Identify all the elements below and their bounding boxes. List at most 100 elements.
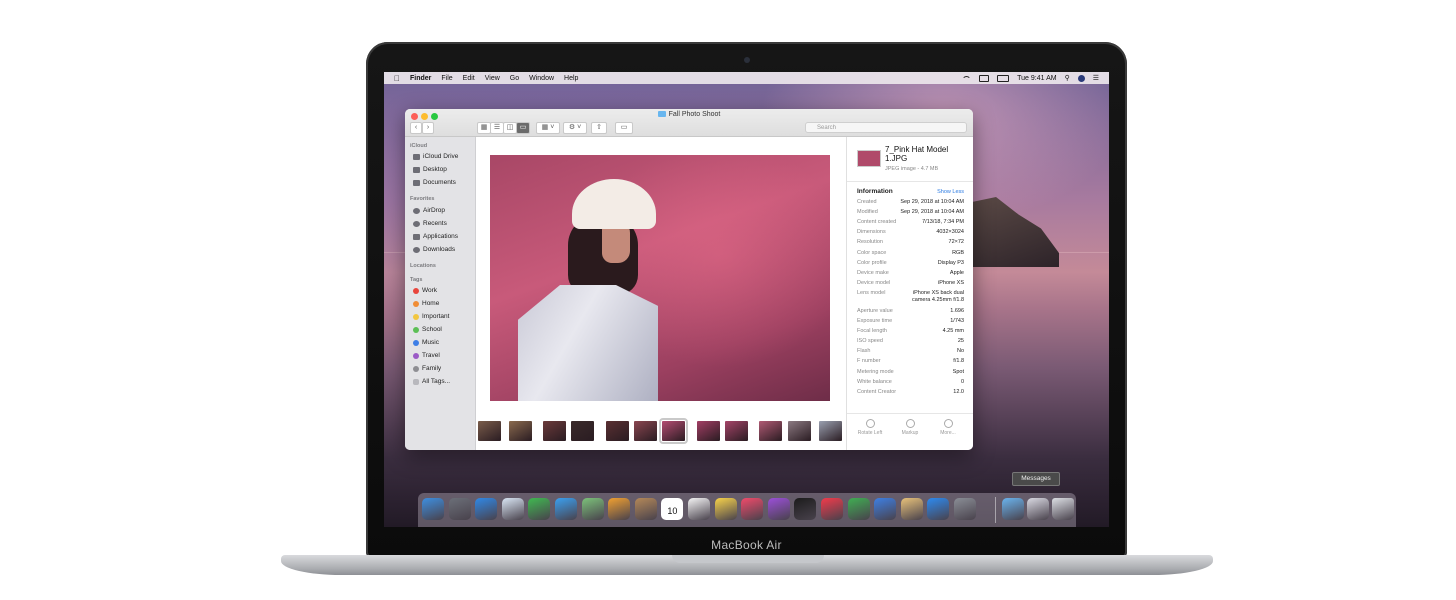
metadata-value: 12.0 (953, 388, 964, 395)
sidebar-item-downloads[interactable]: Downloads (413, 246, 455, 253)
thumbnail[interactable] (759, 421, 782, 441)
facetime-app-icon[interactable] (528, 498, 551, 520)
news-app-icon[interactable] (821, 498, 843, 520)
sidebar-tag-music[interactable]: Music (413, 339, 439, 346)
sidebar-tag-family[interactable]: Family (413, 365, 441, 372)
metadata-row: Metering mode Spot (857, 369, 964, 375)
photo-subject-shirt (518, 285, 658, 401)
markup-button[interactable]: Markup (895, 419, 925, 436)
metadata-value: 4.25 mm (942, 328, 964, 335)
preview-app-icon[interactable] (900, 498, 923, 520)
podcasts-app-icon[interactable] (767, 498, 790, 520)
rotate-left-button[interactable]: Rotate Left (855, 419, 885, 436)
sidebar-tag-home[interactable]: Home (413, 300, 439, 307)
keynote-app-icon[interactable] (874, 498, 897, 520)
notification-center-icon[interactable]: ☰ (1093, 74, 1099, 82)
notes-app-icon[interactable] (714, 498, 737, 520)
metadata-value: iPhone XS (938, 279, 964, 286)
numbers-app-icon[interactable] (847, 498, 870, 520)
apple-menu-icon[interactable]:  (394, 74, 400, 83)
spotlight-icon[interactable]: ⚲ (1065, 74, 1070, 82)
menu-app-name[interactable]: Finder (410, 75, 431, 82)
calendar-app-icon[interactable]: 10 (661, 498, 684, 520)
action-gear-button[interactable]: ⚙ ˅ (563, 122, 587, 134)
safari-app-icon[interactable] (475, 498, 498, 520)
dock-tooltip: Messages (1012, 472, 1060, 486)
sidebar-item-desktop[interactable]: Desktop (413, 166, 447, 173)
group-by-button[interactable]: ▦ ˅ (536, 122, 560, 134)
finder-app-icon[interactable] (422, 498, 444, 520)
menu-clock[interactable]: Tue 9:41 AM (1017, 75, 1056, 82)
sidebar-item-airdrop[interactable]: AirDrop (413, 207, 445, 214)
thumbnail[interactable] (571, 421, 594, 441)
thumbnail[interactable] (659, 418, 688, 444)
menu-edit[interactable]: Edit (463, 75, 475, 82)
column-view-button[interactable]: ◫ (503, 122, 517, 134)
more-button[interactable]: More... (933, 419, 963, 436)
menu-view[interactable]: View (485, 75, 500, 82)
divider (847, 413, 973, 414)
system-preferences-app-icon[interactable] (954, 498, 976, 520)
photo-preview[interactable] (490, 155, 830, 401)
sidebar-item-icloud-drive[interactable]: iCloud Drive (413, 153, 458, 160)
thumbnail[interactable] (788, 421, 811, 441)
cloud-icon (413, 153, 420, 160)
thumbnail[interactable] (509, 421, 532, 441)
forward-button[interactable]: › (422, 122, 434, 134)
thumbnail[interactable] (634, 421, 657, 441)
trash-icon[interactable] (1052, 498, 1074, 520)
maps-app-icon[interactable] (581, 498, 604, 520)
sidebar-tag-travel[interactable]: Travel (413, 352, 440, 359)
sidebar-tag-work[interactable]: Work (413, 287, 437, 294)
tv-app-icon[interactable] (794, 498, 817, 520)
list-view-button[interactable]: ☰ (490, 122, 504, 134)
wifi-icon[interactable] (962, 75, 972, 81)
photos-app-icon[interactable] (608, 498, 631, 520)
sidebar-item-recents[interactable]: Recents (413, 220, 447, 227)
menu-file[interactable]: File (441, 75, 452, 82)
music-app-icon[interactable] (741, 498, 764, 520)
menu-help[interactable]: Help (564, 75, 578, 82)
launchpad-app-icon[interactable] (448, 498, 471, 520)
thumbnail[interactable] (543, 421, 566, 441)
metadata-value: 72×72 (948, 239, 964, 246)
gallery-view-button[interactable]: ▭ (516, 122, 530, 134)
icon-view-button[interactable]: ▦ (477, 122, 491, 134)
metadata-key: Flash (857, 348, 871, 355)
thumbnail[interactable] (478, 421, 501, 441)
metadata-value: RGB (952, 249, 964, 256)
thumbnail[interactable] (725, 421, 748, 441)
sidebar-item-documents[interactable]: Documents (413, 179, 456, 186)
metadata-key: Metering mode (857, 368, 894, 375)
app-store-app-icon[interactable] (927, 498, 950, 520)
share-button[interactable]: ⇧ (591, 122, 607, 134)
battery-icon[interactable] (997, 74, 1010, 82)
airdrop-icon (413, 207, 420, 214)
sidebar-tag-school[interactable]: School (413, 326, 442, 333)
downloads-folder-icon[interactable] (1002, 498, 1024, 520)
messages-app-icon[interactable] (555, 498, 577, 520)
mail-app-icon[interactable] (501, 498, 524, 520)
thumbnail[interactable] (697, 421, 720, 441)
thumbnail[interactable] (819, 421, 842, 441)
back-button[interactable]: ‹ (410, 122, 422, 134)
menu-go[interactable]: Go (510, 75, 519, 82)
tags-button[interactable]: ▭ (615, 122, 633, 134)
sidebar-tag-all-tags[interactable]: All Tags... (413, 378, 450, 385)
menu-window[interactable]: Window (529, 75, 554, 82)
reminders-app-icon[interactable] (688, 498, 710, 520)
user-avatar-icon[interactable] (1077, 74, 1085, 82)
sidebar-tag-important[interactable]: Important (413, 313, 449, 320)
info-inspector: 7_Pink Hat Model 1.JPG JPEG image - 4.7 … (846, 137, 973, 450)
thumbnail[interactable] (606, 421, 629, 441)
documents-stack-icon[interactable] (1027, 498, 1049, 520)
markup-icon (905, 419, 915, 428)
sidebar-item-applications[interactable]: Applications (413, 233, 458, 240)
airplay-icon[interactable] (979, 74, 990, 82)
screen:  Finder File Edit View Go Window Help T… (384, 72, 1109, 527)
search-field[interactable]: Search (805, 122, 967, 133)
metadata-key: Focal length (857, 328, 887, 335)
sidebar-header-locations: Locations (410, 263, 436, 269)
contacts-app-icon[interactable] (634, 498, 657, 520)
show-less-link[interactable]: Show Less (937, 189, 964, 195)
